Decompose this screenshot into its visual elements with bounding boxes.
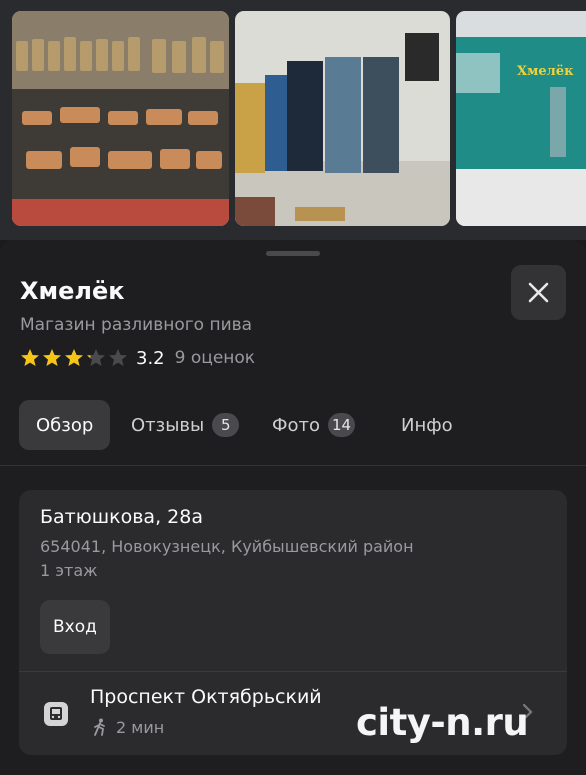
star-filled-icon [21, 349, 39, 366]
tab-info-label: Инфо [401, 414, 453, 436]
walking-person-icon [94, 718, 105, 736]
tab-photos[interactable]: Фото 14 [272, 400, 356, 450]
tab-photos-label: Фото [272, 414, 321, 436]
photo-gallery[interactable]: Хмелёк [0, 0, 586, 240]
tab-reviews-label: Отзывы [131, 414, 205, 436]
address-street[interactable]: Батюшкова, 28а [40, 506, 203, 528]
rating-stars [20, 348, 128, 368]
walk-time: 2 мин [116, 718, 165, 737]
storefront-sign: Хмелёк [517, 64, 574, 79]
bus-icon [44, 702, 68, 726]
gallery-photo-exterior[interactable]: Хмелёк [456, 11, 586, 226]
photos-count-badge: 14 [328, 413, 356, 437]
rating-row[interactable]: 3.2 9 оценок [20, 346, 255, 370]
star-filled-icon [65, 349, 83, 366]
place-card-sheet: Хмелёк Магазин разливного пива 3.2 9 оце… [0, 240, 586, 775]
address-floor: 1 этаж [40, 561, 98, 580]
tab-overview[interactable]: Обзор [19, 400, 111, 450]
transit-stop-name: Проспект Октябрьский [90, 686, 322, 708]
reviews-count-badge: 5 [212, 413, 240, 437]
tab-info[interactable]: Инфо [401, 400, 453, 450]
star-half-icon [87, 349, 105, 366]
gallery-photo-interior[interactable] [235, 11, 450, 226]
tabs-divider [0, 465, 586, 466]
sheet-drag-handle[interactable] [266, 251, 320, 256]
close-icon [528, 282, 549, 303]
address-city-line: 654041, Новокузнецк, Куйбышевский район [40, 537, 414, 556]
entrance-button[interactable]: Вход [40, 600, 110, 654]
place-category: Магазин разливного пива [20, 315, 253, 335]
watermark: city-n.ru [356, 701, 529, 744]
place-title: Хмелёк [20, 277, 125, 305]
rating-value: 3.2 [136, 347, 165, 369]
close-button[interactable] [511, 265, 566, 320]
star-filled-icon [43, 349, 61, 366]
star-empty-icon [109, 349, 127, 366]
rating-count: 9 оценок [174, 348, 256, 368]
tab-overview-label: Обзор [36, 414, 94, 436]
tab-reviews[interactable]: Отзывы 5 [131, 400, 240, 450]
gallery-photo-counter[interactable] [12, 11, 229, 226]
